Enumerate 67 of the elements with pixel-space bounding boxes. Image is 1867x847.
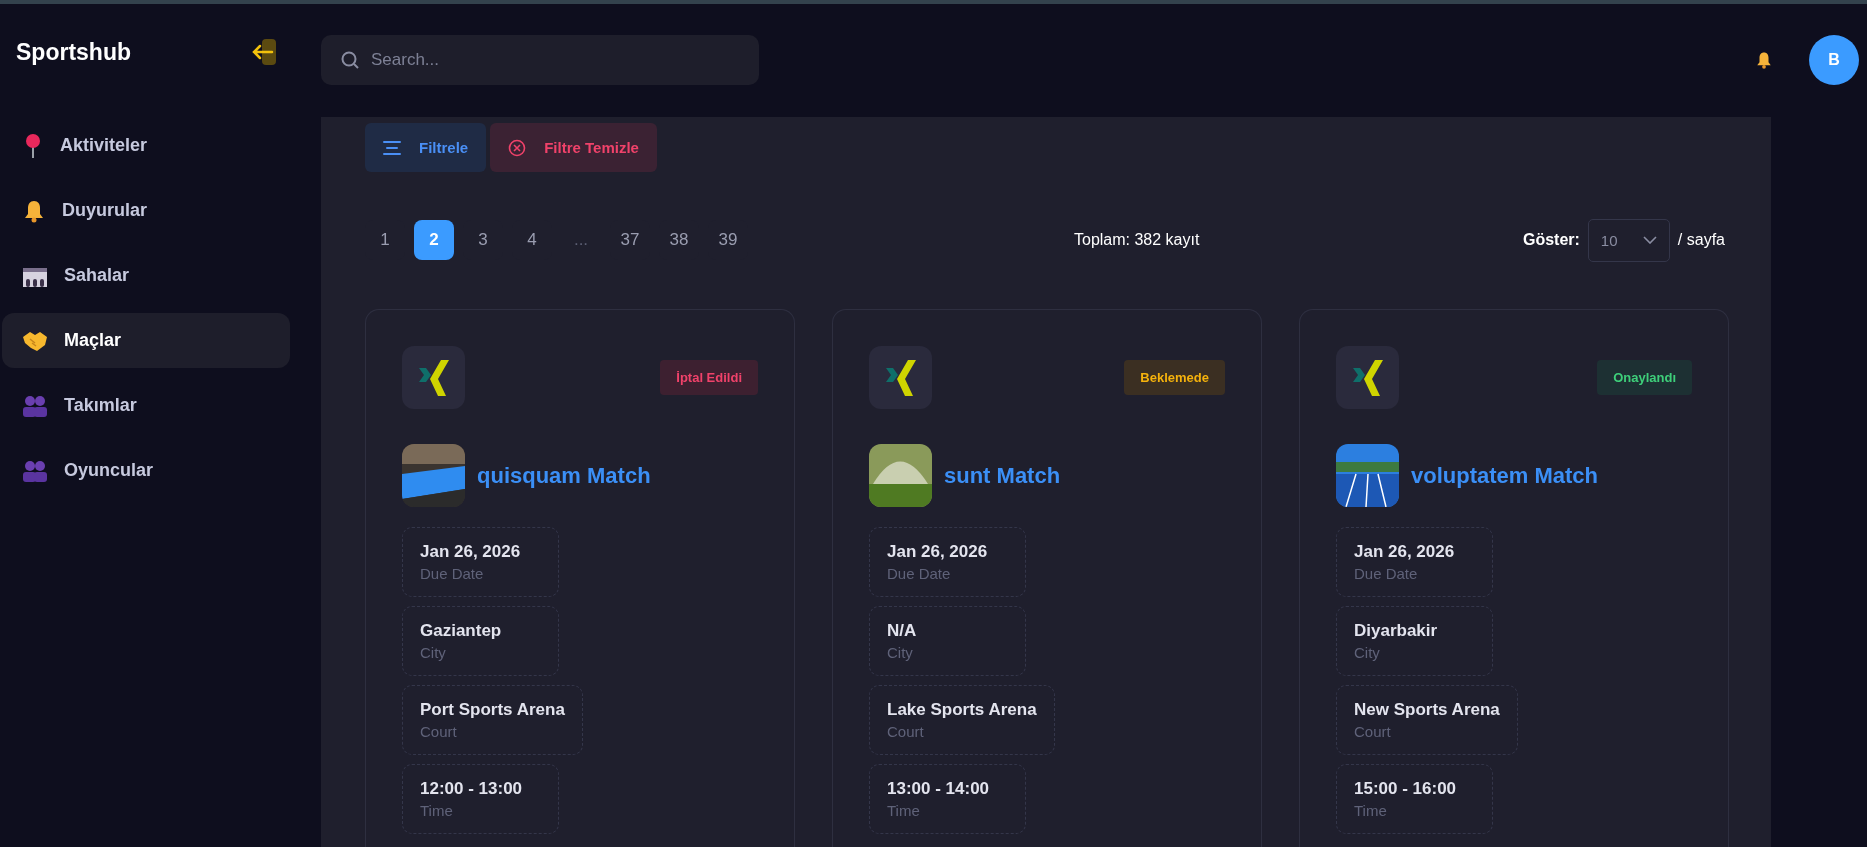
search-icon <box>341 51 359 69</box>
total-count: Toplam: 382 kayıt <box>1074 231 1200 249</box>
info-label: Time <box>1354 802 1388 819</box>
info-label: Court <box>887 723 925 740</box>
people-icon <box>22 459 48 482</box>
info-value: 12:00 - 13:00 <box>420 779 524 799</box>
chevron-logo-icon <box>417 358 450 397</box>
info-label: City <box>887 644 914 661</box>
page-size-label: Göster: <box>1522 231 1580 249</box>
match-title[interactable]: quisquam Match <box>477 462 651 489</box>
filter-button[interactable]: Filtrele <box>365 123 487 172</box>
sidebar-item[interactable]: Maçlar <box>2 313 290 368</box>
bell-icon[interactable] <box>1755 51 1773 69</box>
status-badge: Onaylandı <box>1597 360 1692 395</box>
info-value: New Sports Arena <box>1354 700 1500 720</box>
search-field[interactable]: Search... <box>321 35 759 85</box>
bell-icon <box>22 198 46 223</box>
info-label: Time <box>420 802 454 819</box>
match-title[interactable]: voluptatem Match <box>1411 462 1599 489</box>
info-value: 13:00 - 14:00 <box>887 779 991 799</box>
info-value: Port Sports Arena <box>420 700 565 720</box>
sidebar-item[interactable]: Oyuncular <box>2 443 290 498</box>
sidebar-item-label: Oyuncular <box>64 460 154 481</box>
sidebar-item[interactable]: Takımlar <box>2 378 290 433</box>
status-badge: Beklemede <box>1124 360 1225 395</box>
sidebar-item-label: Sahalar <box>64 265 130 286</box>
chevron-down-icon <box>1642 236 1657 244</box>
info-label: City <box>420 644 447 661</box>
sidebar-item-label: Maçlar <box>64 330 122 351</box>
photo-placeholder <box>869 444 932 507</box>
pagination-ellipsis: ... <box>572 230 590 250</box>
sidebar-item[interactable]: Aktiviteler <box>2 118 290 173</box>
match-title[interactable]: sunt Match <box>944 462 1061 489</box>
filter-lines-icon <box>383 139 401 156</box>
info-label: Court <box>420 723 458 740</box>
sidebar-item[interactable]: Sahalar <box>2 248 290 303</box>
photo-placeholder <box>1336 444 1399 507</box>
info-value: Lake Sports Arena <box>887 700 1037 720</box>
info-value: 15:00 - 16:00 <box>1354 779 1458 799</box>
app-logo: Sportshub <box>16 38 131 66</box>
sidebar-item[interactable]: Duyurular <box>2 183 290 238</box>
info-label: City <box>1354 644 1381 661</box>
info-value: Jan 26, 2026 <box>887 542 989 562</box>
sidebar-item-label: Takımlar <box>64 395 137 416</box>
sidebar-item-label: Aktiviteler <box>60 135 148 156</box>
people-icon <box>22 394 48 417</box>
chevron-logo-icon <box>1351 358 1384 397</box>
info-value: N/A <box>887 621 918 641</box>
info-label: Due Date <box>887 565 952 582</box>
info-label: Due Date <box>1354 565 1419 582</box>
info-value: Gaziantep <box>420 621 503 641</box>
clear-filter-button[interactable]: Filtre Temizle <box>490 123 657 172</box>
status-badge: İptal Edildi <box>660 360 758 395</box>
search-input[interactable]: Search... <box>369 49 739 71</box>
photo-placeholder <box>402 444 465 507</box>
info-label: Due Date <box>420 565 485 582</box>
handshake-icon <box>22 329 48 352</box>
chevron-logo-icon <box>884 358 917 397</box>
sidebar-item-label: Duyurular <box>62 200 148 221</box>
info-value: Jan 26, 2026 <box>420 542 522 562</box>
info-label: Court <box>1354 723 1392 740</box>
info-value: Jan 26, 2026 <box>1354 542 1456 562</box>
page-size-suffix: / sayfa <box>1677 231 1725 249</box>
info-label: Time <box>887 802 921 819</box>
info-value: Diyarbakir <box>1354 621 1439 641</box>
page-size-select[interactable]: 10 <box>1587 218 1670 262</box>
close-circle-icon <box>508 138 527 157</box>
